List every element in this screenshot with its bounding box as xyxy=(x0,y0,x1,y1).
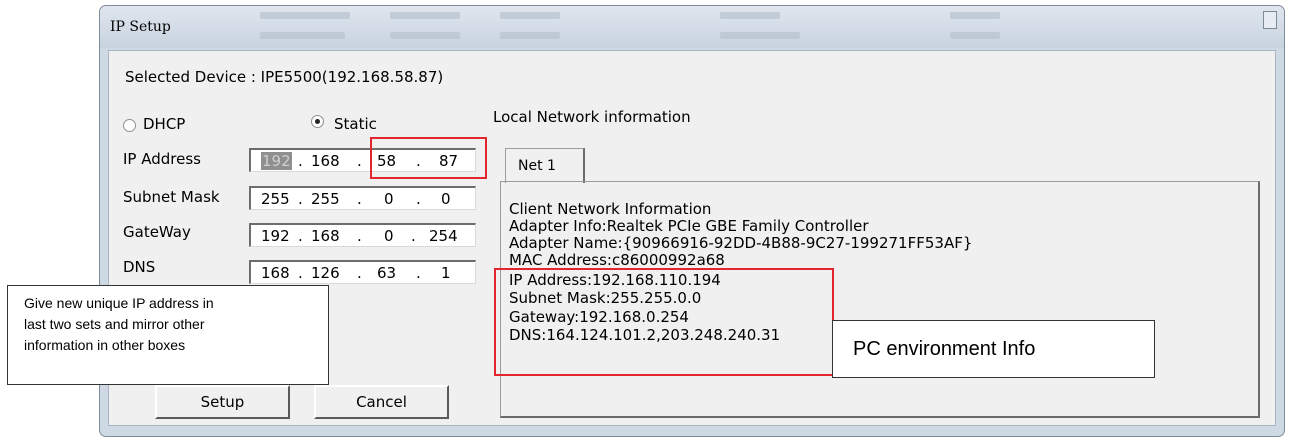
tab-net-1[interactable]: Net 1 xyxy=(505,148,585,183)
dns-label: DNS xyxy=(123,258,156,276)
pc-environment-note: PC environment Info xyxy=(832,320,1155,378)
ip-dot: . xyxy=(298,264,303,282)
blurred-background-text xyxy=(260,32,345,39)
ip-last-two-octets-highlight xyxy=(370,137,487,179)
instruction-note-line: information in other boxes xyxy=(24,337,186,353)
gateway-octet-1: 192 xyxy=(261,227,290,245)
gateway-octet-2: 168 xyxy=(311,227,340,245)
ip-dot: . xyxy=(416,264,421,282)
ip-dot: . xyxy=(411,227,416,245)
gateway-octet-4: 254 xyxy=(429,227,458,245)
instruction-note-line: last two sets and mirror other xyxy=(24,316,205,332)
ip-octet-1: 192 xyxy=(261,152,292,170)
cancel-button[interactable]: Cancel xyxy=(314,385,449,419)
static-radio[interactable] xyxy=(311,115,324,128)
info-line: Adapter Info:Realtek PCIe GBE Family Con… xyxy=(509,217,869,235)
dns-octet-1: 168 xyxy=(261,264,290,282)
dhcp-radio[interactable] xyxy=(123,119,136,132)
dns-octet-2: 126 xyxy=(311,264,340,282)
blurred-background-text xyxy=(500,12,560,19)
gateway-label: GateWay xyxy=(123,223,191,241)
screenshot-stage: IP Setup Selected Device : IPE5500(192.1… xyxy=(0,0,1290,441)
blurred-background-text xyxy=(260,12,350,19)
blurred-background-text xyxy=(390,12,460,19)
ip-dot: . xyxy=(357,264,362,282)
setup-button[interactable]: Setup xyxy=(155,385,290,419)
title-bar: IP Setup xyxy=(100,6,1284,48)
ip-dot: . xyxy=(298,190,303,208)
dns-input[interactable]: 168 . 126 . 63 . 1 xyxy=(249,260,476,284)
blurred-background-text xyxy=(950,12,1000,19)
instruction-note-line: Give new unique IP address in xyxy=(24,295,214,311)
static-label: Static xyxy=(334,115,377,133)
info-line: Adapter Name:{90966916-92DD-4B88-9C27-19… xyxy=(509,234,973,252)
subnet-mask-label: Subnet Mask xyxy=(123,188,220,206)
window-title: IP Setup xyxy=(110,19,171,35)
ip-dot: . xyxy=(357,152,362,170)
ip-dot: . xyxy=(357,190,362,208)
gateway-input[interactable]: 192 . 168 . 0 . 254 xyxy=(249,223,476,247)
ip-address-label: IP Address xyxy=(123,150,201,168)
blurred-background-text xyxy=(950,32,1000,39)
ip-dot: . xyxy=(298,227,303,245)
blurred-background-text xyxy=(720,12,780,19)
blurred-background-text xyxy=(500,32,560,39)
selected-device-label: Selected Device : IPE5500(192.168.58.87) xyxy=(125,68,444,86)
ip-dot: . xyxy=(357,227,362,245)
blurred-background-text xyxy=(390,32,460,39)
dns-octet-4: 1 xyxy=(441,264,451,282)
tab-net-1-label: Net 1 xyxy=(518,158,556,174)
info-line: Client Network Information xyxy=(509,200,712,218)
ip-dot: . xyxy=(416,190,421,208)
subnet-octet-4: 0 xyxy=(441,190,451,208)
dns-octet-3: 63 xyxy=(377,264,397,282)
instruction-note: Give new unique IP address in last two s… xyxy=(7,285,329,385)
ip-dot: . xyxy=(298,152,303,170)
blurred-background-text xyxy=(720,32,800,39)
info-line: MAC Address:c86000992a68 xyxy=(509,251,725,269)
subnet-octet-2: 255 xyxy=(311,190,340,208)
subnet-octet-1: 255 xyxy=(261,190,290,208)
close-button[interactable] xyxy=(1263,11,1277,29)
subnet-mask-input[interactable]: 255 . 255 . 0 . 0 xyxy=(249,186,476,210)
local-network-heading: Local Network information xyxy=(493,108,691,126)
gateway-octet-3: 0 xyxy=(384,227,394,245)
pc-network-info-highlight xyxy=(494,268,834,376)
subnet-octet-3: 0 xyxy=(384,190,394,208)
dhcp-label: DHCP xyxy=(143,115,186,133)
pc-environment-note-text: PC environment Info xyxy=(853,338,1036,360)
ip-octet-2: 168 xyxy=(311,152,340,170)
